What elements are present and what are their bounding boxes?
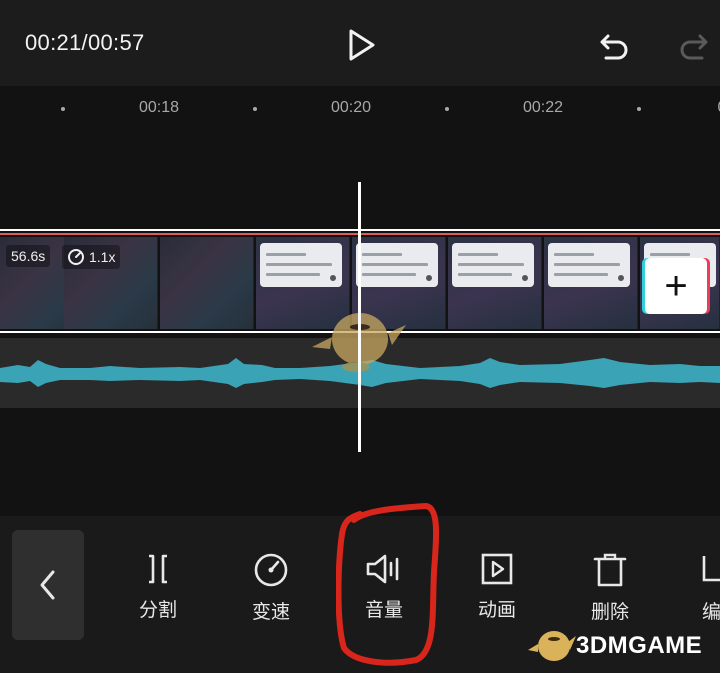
redo-icon [680, 34, 708, 60]
ruler-dot [445, 107, 449, 111]
ruler-tick-label: 00:22 [522, 99, 564, 116]
watermark-text: 3DMGAME [576, 632, 703, 659]
play-button[interactable] [342, 25, 380, 65]
ruler-dot [637, 107, 641, 111]
redo-button[interactable] [674, 28, 712, 62]
ruler-dot [253, 107, 257, 111]
mascot-logo-icon [528, 631, 576, 661]
highlight-annotation [336, 503, 440, 666]
add-clip-button[interactable]: + [645, 258, 707, 314]
clip-frame [448, 237, 542, 329]
time-ruler[interactable]: 00:18 00:20 00:22 0 [0, 86, 720, 130]
ruler-dot [61, 107, 65, 111]
split-button[interactable]: 分割 [113, 552, 203, 632]
chevron-left-icon [40, 570, 55, 600]
speed-button[interactable]: 变速 [226, 552, 316, 632]
clip-speed-label: 1.1x [89, 249, 116, 265]
clip-speed-badge: 1.1x [62, 245, 121, 269]
frame-thumbnail [548, 243, 630, 287]
frame-thumbnail [260, 243, 342, 287]
clip-frame [544, 237, 638, 329]
speed-icon [254, 553, 288, 587]
speed-label: 变速 [251, 602, 290, 623]
site-watermark: 3DMGAME [528, 620, 718, 670]
back-button[interactable] [12, 530, 84, 640]
play-icon [349, 29, 375, 61]
ruler-tick-label: 00:20 [330, 99, 372, 116]
speed-gauge-icon [68, 249, 84, 265]
delete-icon [593, 553, 627, 587]
animation-icon [481, 553, 513, 585]
undo-button[interactable] [596, 28, 634, 62]
playhead[interactable] [358, 182, 361, 452]
ruler-tick-label: 00:18 [138, 99, 180, 116]
time-display: 00:21/00:57 [25, 30, 145, 55]
split-icon [149, 554, 167, 584]
clip-duration-badge: 56.6s [6, 245, 51, 267]
clip-frame [160, 237, 254, 329]
edit-icon [702, 556, 720, 582]
player-bar: 00:21/00:57 [0, 0, 720, 86]
split-label: 分割 [138, 600, 177, 621]
frame-thumbnail [356, 243, 438, 287]
frame-thumbnail [452, 243, 534, 287]
animation-label: 动画 [477, 600, 516, 621]
undo-icon [600, 34, 628, 60]
